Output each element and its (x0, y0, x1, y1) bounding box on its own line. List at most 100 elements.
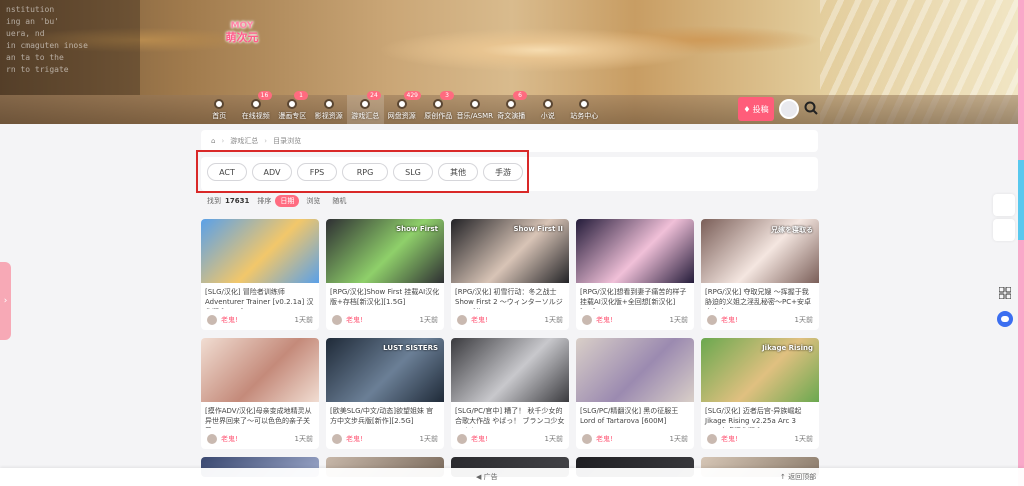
author-avatar[interactable] (707, 434, 717, 444)
card-meta: 老鬼! 1天前 (201, 434, 319, 444)
category-chip[interactable]: ADV (252, 163, 292, 181)
author-name[interactable]: 老鬼! (596, 315, 613, 325)
author-avatar[interactable] (707, 315, 717, 325)
author-avatar[interactable] (582, 315, 592, 325)
author-name[interactable]: 老鬼! (221, 315, 238, 325)
sort-option[interactable]: 浏览 (301, 195, 325, 207)
floating-button[interactable] (993, 194, 1015, 216)
nav-item-2[interactable]: 漫画专区 1 (274, 91, 311, 124)
author-name[interactable]: 老鬼! (471, 315, 488, 325)
nav-item-5[interactable]: 网盘资源 429 (384, 91, 421, 124)
nav-item-3[interactable]: 影视资源 (311, 95, 348, 124)
nav-item-4[interactable]: 游戏汇总 24 (347, 91, 384, 124)
game-card[interactable]: [RPG/汉化]想看到妻子痛苦的样子 挂载AI汉化版+全回想[新汉化][1G] 老… (576, 219, 694, 330)
game-title[interactable]: [RPG/汉化]想看到妻子痛苦的样子 挂载AI汉化版+全回想[新汉化][1G] (576, 283, 694, 309)
game-title[interactable]: [欧美SLG/中文/动态]欲望姐妹 官方中文步兵版[新作][2.5G] (326, 402, 444, 428)
site-logo[interactable]: MOY 萌次元 (222, 20, 262, 46)
author-name[interactable]: 老鬼! (471, 434, 488, 444)
nav-item-1[interactable]: 在线视频 16 (238, 91, 275, 124)
category-chip[interactable]: ACT (207, 163, 247, 181)
author-name[interactable]: 老鬼! (596, 434, 613, 444)
thumbnail-caption: Jikage Rising (762, 344, 813, 352)
book-icon (542, 99, 553, 109)
game-thumbnail[interactable]: 兄嫁を寝取る (701, 219, 819, 283)
author-name[interactable]: 老鬼! (221, 434, 238, 444)
author-avatar[interactable] (207, 315, 217, 325)
author-name[interactable]: 老鬼! (721, 434, 738, 444)
category-chip[interactable]: RPG (342, 163, 388, 181)
floating-button[interactable] (993, 219, 1015, 241)
game-title[interactable]: [SLG/PC/官中] 糟了！ 秋千少女的合歌大作战 やばっ！ ブランコ少女のオ… (451, 402, 569, 428)
thumbnail-caption: Show First II (513, 225, 563, 233)
card-meta: 老鬼! 1天前 (326, 434, 444, 444)
nav-item-6[interactable]: 原创作品 3 (420, 91, 457, 124)
author-avatar[interactable] (207, 434, 217, 444)
game-card[interactable]: Show First II [RPG/汉化] 初雪行动：冬之战士 Show Fir… (451, 219, 569, 330)
game-title[interactable]: [RPG/汉化] 夺取兄嫂 ～挥握于我胁迫的义姐之淫乱秘密～PC+安卓官方中… (701, 283, 819, 309)
game-title[interactable]: [SLG/汉化] 迈者后宫-异族崛起 Jikage Rising v2.25a … (701, 402, 819, 428)
category-chip[interactable]: SLG (393, 163, 433, 181)
category-chip[interactable]: 手游 (483, 163, 523, 181)
sort-option[interactable]: 日期 (275, 195, 300, 207)
author-name[interactable]: 老鬼! (346, 434, 363, 444)
game-title[interactable]: [RPG/汉化] 初雪行动：冬之战士 Show First 2 ～ウィンターソル… (451, 283, 569, 309)
game-title[interactable]: [RPG/汉化]Show First 挂载AI汉化版+存档[新汉化][1.5G] (326, 283, 444, 309)
sort-option[interactable]: 随机 (327, 195, 351, 207)
home-icon[interactable]: ⌂ (211, 137, 215, 145)
game-card[interactable]: [摸作ADV/汉化]母亲变成地精灵从异世界回来了～可以色色的亲子关系～AI… 老鬼… (201, 338, 319, 449)
film-icon (323, 99, 334, 109)
category-chip[interactable]: FPS (297, 163, 337, 181)
game-card[interactable]: Show First [RPG/汉化]Show First 挂载AI汉化版+存档[… (326, 219, 444, 330)
nav-item-7[interactable]: 音乐/ASMR (457, 95, 493, 124)
nav-item-8[interactable]: 奇文演播 6 (493, 91, 530, 124)
nav-item-label: 影视资源 (314, 112, 343, 120)
game-thumbnail[interactable] (201, 338, 319, 402)
author-avatar[interactable] (332, 315, 342, 325)
search-icon[interactable] (804, 101, 818, 115)
contribute-button[interactable]: ♦ 投稿 (738, 97, 774, 121)
game-card[interactable]: Jikage Rising [SLG/汉化] 迈者后宫-异族崛起 Jikage R… (701, 338, 819, 449)
nav-item-10[interactable]: 站务中心 (566, 95, 603, 124)
author-name[interactable]: 老鬼! (721, 315, 738, 325)
nav-item-label: 站务中心 (570, 112, 599, 120)
app-grid-icon[interactable] (999, 287, 1011, 299)
category-chip[interactable]: 其他 (438, 163, 478, 181)
game-thumbnail[interactable]: Show First II (451, 219, 569, 283)
breadcrumb-item[interactable]: 游戏汇总 (230, 136, 258, 146)
author-name[interactable]: 老鬼! (346, 315, 363, 325)
author-avatar[interactable] (332, 434, 342, 444)
nav-item-label: 首页 (212, 112, 227, 120)
author-avatar[interactable] (457, 315, 467, 325)
category-list: ACT ADV FPS RPG SLG 其他 手游 (207, 163, 523, 181)
game-title[interactable]: [SLG/汉化] 冒险者训练师 Adventurer Trainer [v0.2… (201, 283, 319, 309)
game-thumbnail[interactable] (576, 219, 694, 283)
thumbnail-caption: LUST SISTERS (383, 344, 438, 352)
nav-item-0[interactable]: 首页 (201, 95, 238, 124)
author-avatar[interactable] (582, 434, 592, 444)
game-card[interactable]: 兄嫁を寝取る [RPG/汉化] 夺取兄嫂 ～挥握于我胁迫的义姐之淫乱秘密～PC+安… (701, 219, 819, 330)
author-avatar[interactable] (457, 434, 467, 444)
post-time: 1天前 (294, 435, 313, 443)
game-thumbnail[interactable]: LUST SISTERS (326, 338, 444, 402)
game-title[interactable]: [摸作ADV/汉化]母亲变成地精灵从异世界回来了～可以色色的亲子关系～AI… (201, 402, 319, 428)
info-icon (579, 99, 590, 109)
radio-icon (506, 99, 517, 109)
location-pin-icon: ♦ (743, 104, 751, 114)
card-meta: 老鬼! 1天前 (201, 315, 319, 325)
left-side-tab[interactable]: › (0, 262, 11, 340)
back-to-top-link[interactable]: ↑ 返回顶部 (780, 472, 816, 482)
game-thumbnail[interactable]: Show First (326, 219, 444, 283)
game-card[interactable]: [SLG/汉化] 冒险者训练师 Adventurer Trainer [v0.2… (201, 219, 319, 330)
chat-icon[interactable] (997, 311, 1013, 327)
game-thumbnail[interactable] (201, 219, 319, 283)
game-thumbnail[interactable]: Jikage Rising (701, 338, 819, 402)
user-avatar[interactable] (779, 99, 799, 119)
game-thumbnail[interactable] (576, 338, 694, 402)
ad-link[interactable]: ◀ 广告 (476, 472, 498, 482)
game-card[interactable]: [SLG/PC/官中] 糟了！ 秋千少女的合歌大作战 やばっ！ ブランコ少女のオ… (451, 338, 569, 449)
game-title[interactable]: [SLG/PC/精翻汉化] 黑の征服王 Lord of Tartarova [6… (576, 402, 694, 428)
nav-item-9[interactable]: 小说 (530, 95, 567, 124)
game-card[interactable]: LUST SISTERS [欧美SLG/中文/动态]欲望姐妹 官方中文步兵版[新作… (326, 338, 444, 449)
game-card[interactable]: [SLG/PC/精翻汉化] 黑の征服王 Lord of Tartarova [6… (576, 338, 694, 449)
game-thumbnail[interactable] (451, 338, 569, 402)
